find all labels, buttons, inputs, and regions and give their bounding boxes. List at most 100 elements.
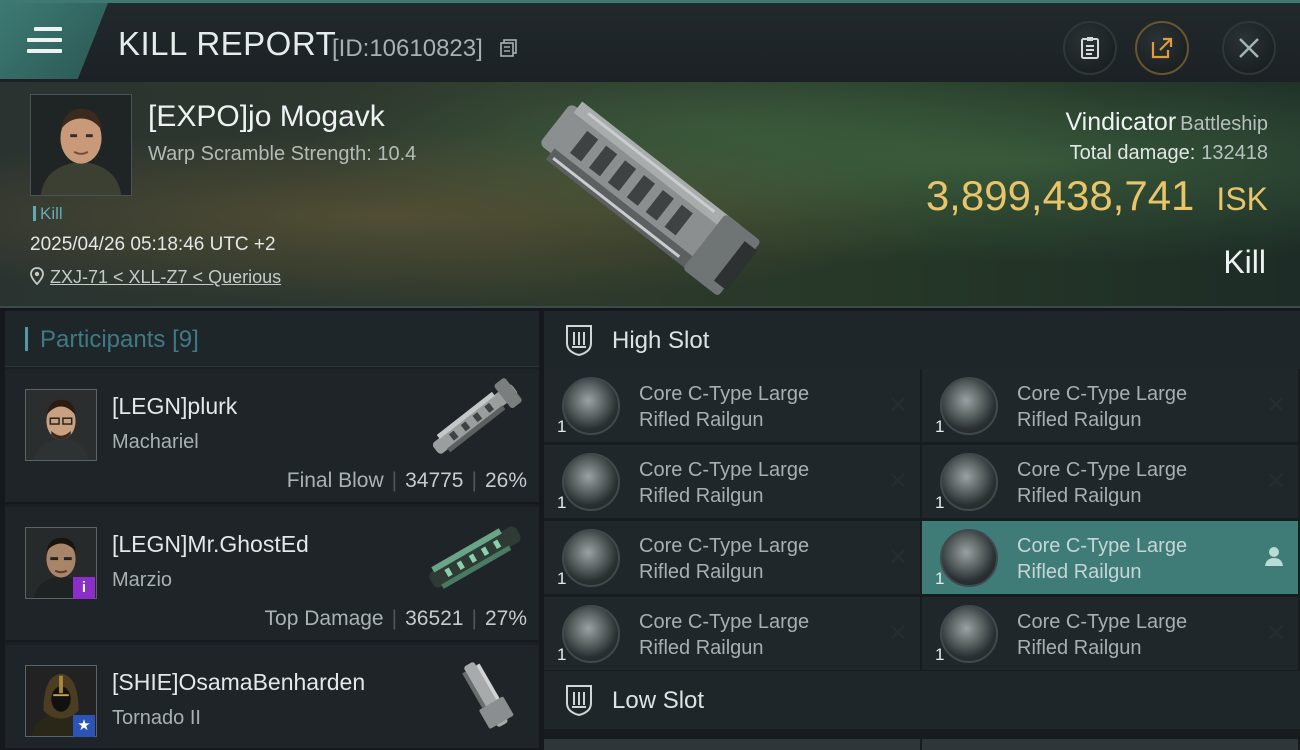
module-item[interactable]: 1 Core C-Type Large Rifled Railgun ✕ [922,369,1298,442]
module-name-line2: Rifled Railgun [1017,637,1142,659]
low-slot-header: Low Slot [544,671,1300,729]
destroyed-icon: ✕ [887,468,908,495]
participant-ship-image [432,378,522,454]
participants-panel: Participants [9] [LEGN]plurk Machariel F… [5,311,539,750]
participant-ship-image [462,662,514,729]
railgun-icon [562,377,620,435]
module-quantity: 1 [935,569,945,588]
module-item[interactable]: 1 Core C-Type Large Rifled Railgun ✕ [922,445,1298,518]
railgun-icon [940,453,998,511]
high-slot-icon [566,325,592,357]
module-item[interactable]: 1 Core C-Type Large Rifled Railgun ✕ [544,521,920,594]
isk-amount: 3,899,438,741 [925,172,1195,219]
participant-percent: 26% [484,469,527,492]
menu-icon [27,27,62,55]
participant-ship: Machariel [112,431,199,453]
module-name-line1: Core C-Type Large [1017,383,1188,405]
header-bar: KILL REPORT [ID:10610823] [0,0,1300,82]
module-quantity: 1 [935,417,945,436]
participant-ship: Marzio [112,569,173,591]
railgun-icon [562,605,620,663]
header-marker [25,327,28,351]
module-name-line2: Rifled Railgun [639,561,764,583]
menu-button[interactable] [0,3,108,79]
module-name-line1: Core C-Type Large [1017,611,1188,633]
total-damage: Total damage: 132418 [1070,142,1268,165]
participant-name: [LEGN]Mr.GhostEd [112,531,309,557]
module-name-line2: Rifled Railgun [639,409,764,431]
location-pin-icon [30,267,44,286]
victim-summary: [EXPO]jo Mogavk Warp Scramble Strength: … [0,82,1300,308]
module-item[interactable]: 1 Core C-Type Large Rifled Railgun ✕ [922,597,1298,670]
victim-portrait[interactable] [30,94,132,196]
module-name: Core C-Type Large Rifled Railgun [1017,381,1247,433]
copy-icon[interactable] [500,39,518,57]
result-label: Kill [1223,244,1266,280]
kill-tag: Kill [33,204,63,224]
person-icon [1265,547,1283,566]
module-name: Core C-Type Large Rifled Railgun [1017,457,1247,509]
module-name: Core C-Type Large Rifled Railgun [639,381,869,433]
module-name-line1: Core C-Type Large [639,459,810,481]
participant-avatar[interactable] [25,389,97,461]
report-id: [ID:10610823] [332,35,483,62]
destroyed-icon: ✕ [887,392,908,419]
low-slot-title: Low Slot [612,687,705,714]
module-quantity: 1 [557,569,567,588]
module-name: Core C-Type Large Rifled Railgun [639,609,869,661]
page-title: KILL REPORT [118,25,337,62]
kill-tag-label: Kill [40,204,63,223]
participant-row[interactable]: i [LEGN]Mr.GhostEd Marzio Top Damage | 365… [5,507,539,642]
kill-location[interactable]: ZXJ-71 < XLL-Z7 < Querious [30,267,281,288]
ship-name: Vindicator [1065,108,1177,136]
participant-stats: Top Damage | 36521 | 27% [264,607,527,630]
railgun-icon [940,529,998,587]
module-name-line2: Rifled Railgun [639,637,764,659]
star-badge: ★ [73,715,95,737]
participant-ship: Tornado II [112,707,201,729]
module-name-line2: Rifled Railgun [1017,485,1142,507]
destroyed-icon: ✕ [1265,468,1286,495]
share-icon [1151,37,1173,59]
total-damage-label: Total damage: [1069,142,1196,164]
isk-unit: ISK [1216,181,1268,217]
info-badge: i [73,577,95,599]
railgun-icon [562,453,620,511]
participants-count: [9] [172,326,199,353]
module-item[interactable]: 1 Core C-Type Large Rifled Railgun ✕ [544,445,920,518]
participant-row[interactable]: ★ [SHIE]OsamaBenharden Tornado II [5,645,539,750]
participant-name: [LEGN]plurk [112,393,238,419]
destroyed-icon: ✕ [1265,620,1286,647]
participant-name: [SHIE]OsamaBenharden [112,669,366,695]
low-slot-item[interactable] [922,739,1298,750]
close-button[interactable] [1222,21,1276,75]
module-name-line1: Core C-Type Large [639,535,810,557]
clipboard-button[interactable] [1063,21,1117,75]
participant-damage: 36521 [405,607,464,630]
fitting-panel: High Slot 1 Core C-Type Large Rifled Railg… [544,311,1300,750]
high-slot-title: High Slot [612,327,710,354]
location-link[interactable]: ZXJ-71 < XLL-Z7 < Querious [50,267,281,287]
participant-row[interactable]: [LEGN]plurk Machariel Final Blow | 34775 | 2… [5,369,539,504]
module-item[interactable]: 1 Core C-Type Large Rifled Railgun [922,521,1298,594]
total-damage-value: 132418 [1201,142,1268,164]
module-quantity: 1 [557,417,567,436]
participant-ship-image [429,526,521,589]
warp-scramble-strength: Warp Scramble Strength: 10.4 [148,143,417,165]
module-name-line2: Rifled Railgun [1017,409,1142,431]
destroyed-icon: ✕ [887,620,908,647]
participant-damage: 34775 [405,469,464,492]
participant-stats: Final Blow | 34775 | 26% [286,469,527,492]
module-name-line1: Core C-Type Large [639,383,810,405]
isk-value: 3,899,438,741 ISK [926,172,1268,220]
victim-ship-image [541,101,760,295]
ship-class: Battleship [1180,113,1268,135]
share-button[interactable] [1135,21,1189,75]
module-item[interactable]: 1 Core C-Type Large Rifled Railgun ✕ [544,369,920,442]
module-name-line1: Core C-Type Large [1017,459,1188,481]
module-name-line1: Core C-Type Large [639,611,810,633]
module-item[interactable]: 1 Core C-Type Large Rifled Railgun ✕ [544,597,920,670]
module-quantity: 1 [935,493,945,512]
low-slot-item[interactable] [544,739,920,750]
victim-name: [EXPO]jo Mogavk [148,100,385,133]
